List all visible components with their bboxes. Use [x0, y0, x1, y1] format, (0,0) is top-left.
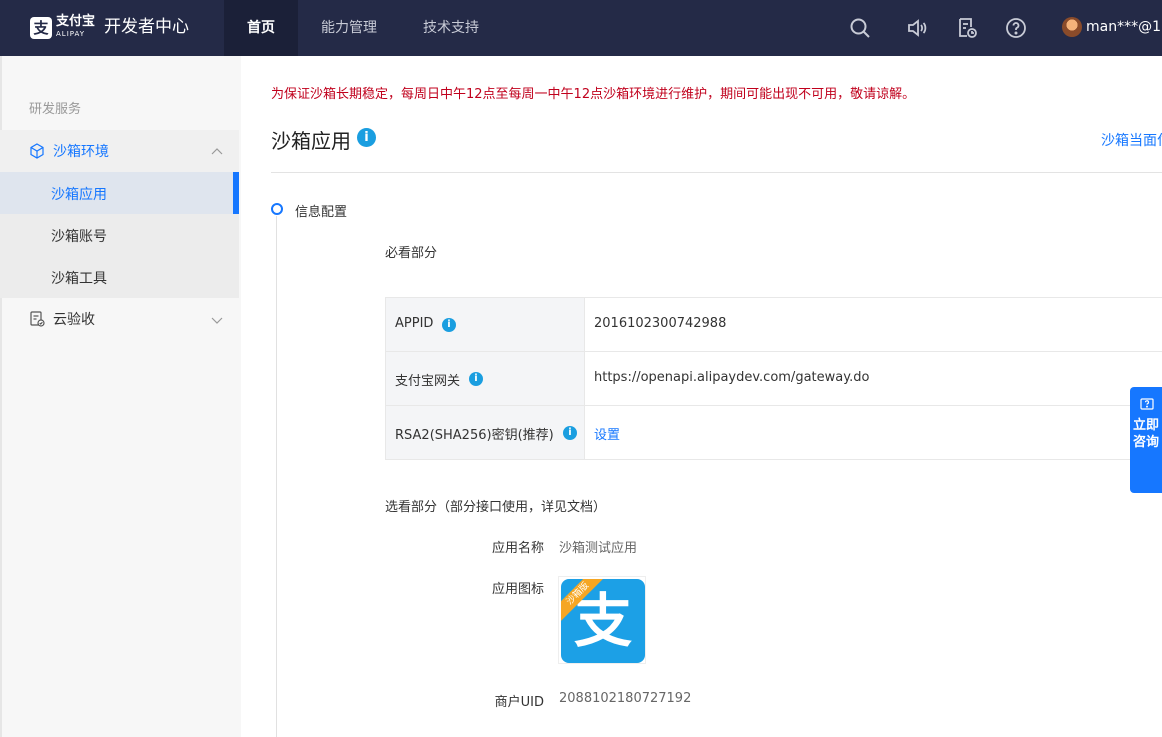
sidebar-section-title: 研发服务 — [29, 102, 82, 117]
search-icon[interactable] — [848, 16, 872, 40]
sidebar-item-sandbox-app[interactable]: 沙箱应用 — [0, 172, 239, 214]
cube-icon — [28, 142, 46, 160]
config-value-appid: 2016102300742988 — [594, 316, 727, 331]
help-icon[interactable] — [1004, 16, 1028, 40]
logo-text: 支付宝 — [56, 14, 96, 29]
required-section-title: 必看部分 — [385, 246, 438, 261]
sidebar-item-label: 沙箱账号 — [51, 229, 107, 245]
sidebar-item-label: 沙箱应用 — [51, 187, 107, 203]
timeline-step-icon — [271, 203, 283, 215]
logo-subtext: ALIPAY — [56, 30, 86, 38]
optional-section-title: 选看部分（部分接口使用，详见文档） — [385, 500, 607, 515]
nav-tab-tech-support[interactable]: 技术支持 — [408, 0, 494, 56]
info-icon[interactable]: i — [563, 426, 577, 440]
merchant-uid-label: 商户UID — [494, 695, 544, 710]
question-chat-icon — [1140, 397, 1154, 411]
app-icon-image: 支 沙箱版 — [558, 576, 646, 664]
maintenance-notice: 为保证沙箱长期稳定，每周日中午12点至每周一中午12点沙箱环境进行维护，期间可能… — [271, 87, 916, 102]
sidebar-item-sandbox-account[interactable]: 沙箱账号 — [0, 214, 239, 256]
info-icon[interactable]: i — [469, 372, 483, 386]
config-table: APPID i 2016102300742988 支付宝网关 i https:/… — [385, 297, 1162, 460]
speaker-icon[interactable] — [905, 16, 929, 40]
site-title[interactable]: 开发者中心 — [104, 16, 189, 38]
app-icon-label: 应用图标 — [491, 582, 544, 597]
sandbox-facepay-link[interactable]: 沙箱当面付 — [1101, 130, 1162, 150]
page-title: 沙箱应用 — [271, 129, 351, 153]
top-navigation-bar: 支 支付宝 ALIPAY 开发者中心 首页 能力管理 技术支持 man***@1… — [0, 0, 1162, 56]
table-key-cell: RSA2(SHA256)密钥(推荐) i — [385, 406, 585, 459]
merchant-uid-value: 2088102180727192 — [559, 691, 692, 706]
alipay-app-icon: 支 沙箱版 — [561, 579, 645, 663]
config-key-appid: APPID — [395, 316, 434, 331]
user-name[interactable]: man***@16 — [1086, 16, 1162, 38]
app-name-label: 应用名称 — [491, 541, 544, 556]
timeline-line — [276, 216, 277, 737]
table-row: RSA2(SHA256)密钥(推荐) i 设置 — [385, 406, 1162, 460]
table-row: 支付宝网关 i https://openapi.alipaydev.com/ga… — [385, 352, 1162, 406]
chevron-down-icon[interactable] — [210, 312, 224, 326]
nav-tab-home[interactable]: 首页 — [224, 0, 298, 56]
info-icon[interactable]: i — [357, 128, 376, 147]
document-clock-icon[interactable] — [955, 16, 979, 40]
config-key-rsa2: RSA2(SHA256)密钥(推荐) — [395, 428, 554, 443]
config-value-gateway: https://openapi.alipaydev.com/gateway.do — [594, 370, 870, 385]
sidebar-item-sandbox-tools[interactable]: 沙箱工具 — [0, 256, 239, 298]
sidebar-item-label: 沙箱工具 — [51, 271, 107, 287]
consult-button[interactable]: 立即咨询 — [1130, 387, 1162, 493]
info-icon[interactable]: i — [442, 318, 456, 332]
sidebar-group-label[interactable]: 沙箱环境 — [53, 141, 109, 161]
step-title: 信息配置 — [295, 205, 348, 220]
sidebar-item-cloud-acceptance[interactable]: 云验收 — [53, 309, 95, 329]
avatar[interactable] — [1062, 17, 1082, 37]
consult-button-label: 立即咨询 — [1132, 418, 1159, 450]
table-row: APPID i 2016102300742988 — [385, 298, 1162, 352]
app-name-value: 沙箱测试应用 — [559, 541, 638, 556]
active-indicator — [233, 172, 239, 214]
config-key-gateway: 支付宝网关 — [395, 374, 461, 389]
divider — [271, 172, 1162, 173]
table-key-cell: APPID i — [385, 298, 585, 351]
chevron-up-icon[interactable] — [210, 144, 224, 158]
table-key-cell: 支付宝网关 i — [385, 352, 585, 405]
alipay-logo-icon[interactable]: 支 — [30, 17, 52, 39]
nav-tab-capability-management[interactable]: 能力管理 — [304, 0, 394, 56]
rsa2-settings-link[interactable]: 设置 — [594, 424, 620, 443]
cloud-acceptance-icon — [28, 310, 46, 328]
